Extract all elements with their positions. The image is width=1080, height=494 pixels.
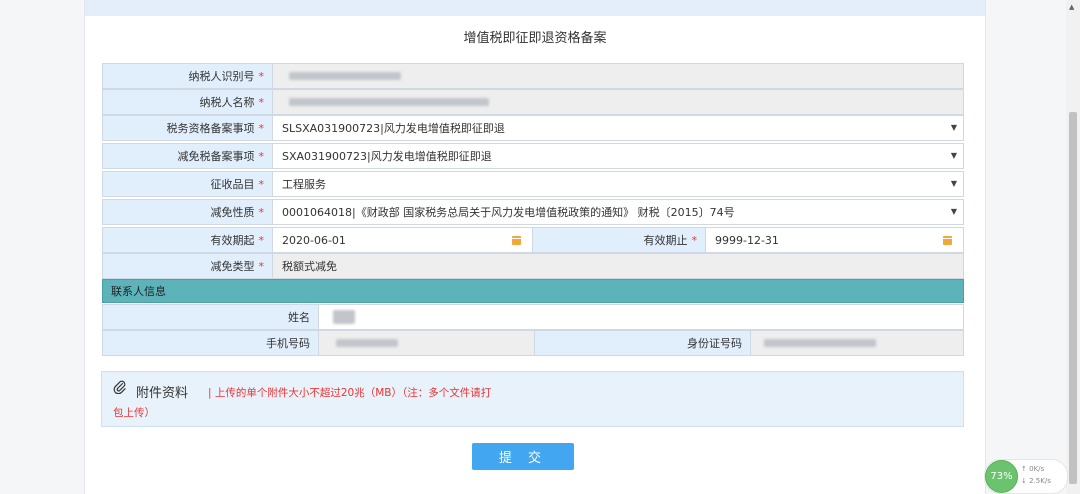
required-mark: * [258,121,265,135]
tax-filing-item-value: SLSXA031900723|风力发电增值税即征即退 [282,122,505,135]
phone-label: 手机号码 [266,337,310,350]
reduction-item-row: 减免税备案事项 * SXA031900723|风力发电增值税即征即退 ▼ [102,143,964,169]
phone-field [319,331,535,355]
reduction-item-label: 减免税备案事项 [177,150,255,163]
network-speed-widget[interactable]: 73% ↑ 0K/s ↓ 2.5K/s [984,459,1068,494]
levy-item-value: 工程服务 [282,178,326,191]
reduction-nature-select[interactable]: 0001064018|《财政部 国家税务总局关于风力发电增值税政策的通知》 财税… [273,200,963,224]
usage-circle: 73% [985,460,1018,493]
redacted-value [336,339,398,347]
attachment-title[interactable]: 附件资料 [136,382,188,401]
taxpayer-id-row: 纳税人识别号 * [102,63,964,89]
reduction-item-select[interactable]: SXA031900723|风力发电增值税即征即退 ▼ [273,144,963,168]
taxpayer-name-row: 纳税人名称 * [102,89,964,115]
reduction-type-value: 税额式减免 [282,260,337,273]
redacted-value [289,98,489,106]
vertical-scrollbar[interactable]: ▲ [1066,0,1080,494]
caret-down-icon: ▼ [950,179,957,188]
calendar-icon[interactable] [943,236,952,245]
valid-to-input[interactable]: 9999-12-31 [706,228,963,252]
upload-rate: 0K/s [1029,465,1045,473]
levy-item-row: 征收品目 * 工程服务 ▼ [102,171,964,197]
tax-filing-item-row: 税务资格备案事项 * SLSXA031900723|风力发电增值税即征即退 ▼ [102,115,964,141]
reduction-type-row: 减免类型 * 税额式减免 [102,253,964,279]
redacted-value [333,310,355,324]
valid-from-value: 2020-06-01 [282,233,346,247]
left-margin [0,0,84,494]
reduction-nature-value: 0001064018|《财政部 国家税务总局关于风力发电增值税政策的通知》 财税… [282,206,735,219]
required-mark: * [258,205,265,219]
reduction-type-field: 税额式减免 [273,254,963,278]
tax-filing-item-label: 税务资格备案事项 [166,122,255,135]
download-rate: 2.5K/s [1029,477,1051,485]
attachment-note: | 上传的单个附件大小不超过20兆（MB）（注：多个文件请打 [208,387,492,399]
reduction-nature-row: 减免性质 * 0001064018|《财政部 国家税务总局关于风力发电增值税政策的… [102,199,964,225]
taxpayer-id-field [273,64,963,88]
valid-from-input[interactable]: 2020-06-01 [273,228,533,252]
scroll-thumb[interactable] [1069,112,1077,484]
attachment-panel: 附件资料 | 上传的单个附件大小不超过20兆（MB）（注：多个文件请打 包上传） [101,371,964,427]
right-margin [985,0,1066,494]
validity-row: 有效期起 * 2020-06-01 有效期止 * 9999-12-31 [102,227,964,253]
submit-button[interactable]: 提 交 [472,443,574,470]
id-card-label: 身份证号码 [687,337,742,350]
levy-item-label: 征收品目 [210,178,255,191]
paperclip-icon[interactable] [113,380,127,398]
calendar-icon[interactable] [512,236,521,245]
required-mark: * [258,69,265,83]
valid-from-label: 有效期起 [210,234,255,247]
redacted-value [764,339,876,347]
required-mark: * [258,149,265,163]
valid-to-value: 9999-12-31 [715,233,779,247]
required-mark: * [258,177,265,191]
required-mark: * [258,95,265,109]
redacted-value [289,72,401,80]
required-mark: * [258,233,265,247]
tax-filing-item-select[interactable]: SLSXA031900723|风力发电增值税即征即退 ▼ [273,116,963,140]
contact-section-title: 联系人信息 [111,285,166,298]
download-arrow-icon: ↓ [1021,477,1027,485]
header-strip [85,0,985,16]
taxpayer-name-label: 纳税人名称 [199,96,255,109]
reduction-nature-label: 减免性质 [210,206,255,219]
upload-arrow-icon: ↑ [1021,465,1027,473]
contact-name-row: 姓名 [102,304,964,330]
valid-to-label: 有效期止 [643,234,688,247]
levy-item-select[interactable]: 工程服务 ▼ [273,172,963,196]
caret-down-icon: ▼ [950,123,957,132]
contact-phone-row: 手机号码 身份证号码 [102,330,964,356]
id-card-field [751,331,963,355]
contact-name-label: 姓名 [288,311,310,324]
scroll-up-icon[interactable]: ▲ [1069,3,1074,11]
contact-name-input[interactable] [319,305,963,329]
rate-readout: ↑ 0K/s ↓ 2.5K/s [1021,463,1051,487]
taxpayer-name-field [273,90,963,114]
caret-down-icon: ▼ [950,207,957,216]
taxpayer-id-label: 纳税人识别号 [188,70,255,83]
caret-down-icon: ▼ [950,151,957,160]
contact-section-header: 联系人信息 [102,279,964,303]
page-title: 增值税即征即退资格备案 [463,31,607,46]
required-mark: * [691,233,698,247]
reduction-type-label: 减免类型 [210,260,255,273]
attachment-note-continued: 包上传） [113,407,155,419]
required-mark: * [258,259,265,273]
reduction-item-value: SXA031900723|风力发电增值税即征即退 [282,150,492,163]
